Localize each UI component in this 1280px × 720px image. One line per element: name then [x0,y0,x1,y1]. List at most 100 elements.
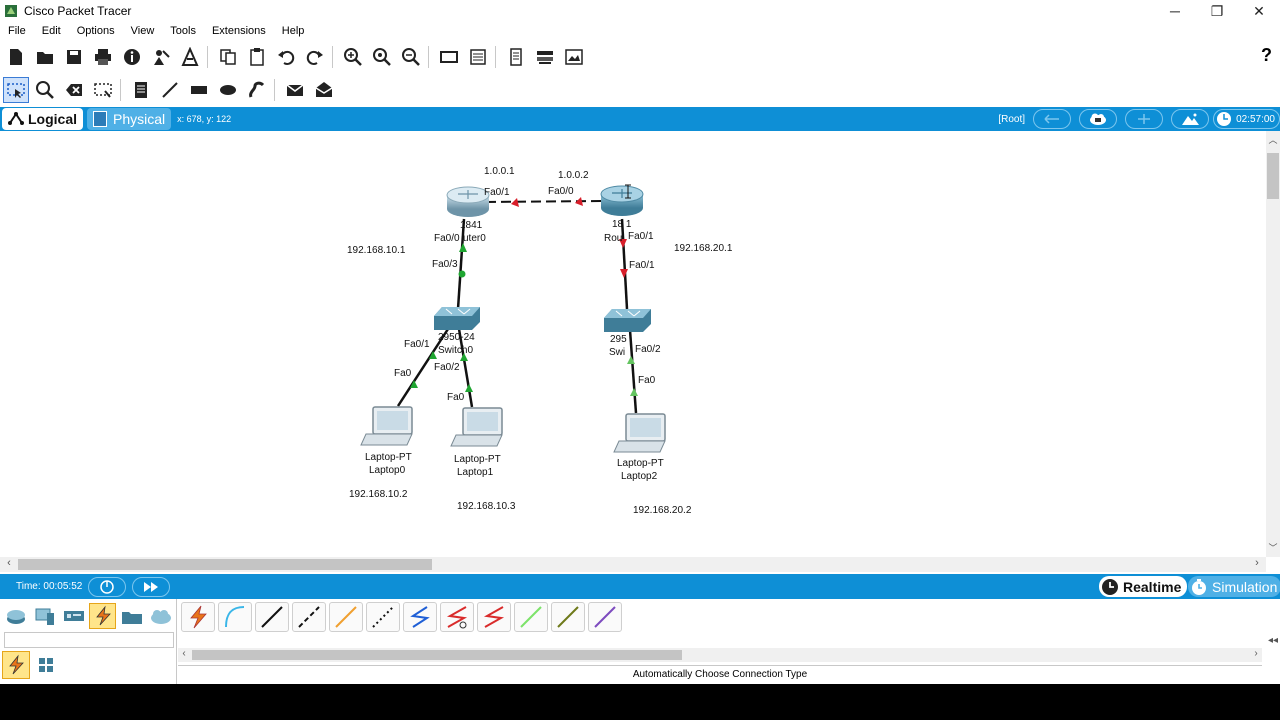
fast-forward-button[interactable] [132,576,171,597]
switch1[interactable] [604,309,651,332]
console-cable-button[interactable] [218,602,252,632]
menu-options[interactable]: Options [69,25,123,37]
paste-button[interactable] [244,44,270,70]
restore-button[interactable]: ❐ [1196,0,1238,22]
scroll-right-icon[interactable]: › [1250,557,1264,569]
network-info-button-2[interactable] [177,44,203,70]
activity-wizard-button[interactable] [119,44,145,70]
network-topology: 1.0.0.1 1.0.0.2 Fa0/1 Fa0/0 1841 18 1 Fa… [347,166,733,516]
realtime-clock-icon [1102,578,1118,595]
zoom-reset-button[interactable] [369,44,395,70]
add-complex-pdu-tool[interactable] [311,77,337,103]
drawing-palette-button[interactable] [436,44,462,70]
automatic-connection-button[interactable] [181,602,215,632]
move-object-button[interactable] [1125,109,1164,129]
menu-help[interactable]: Help [274,25,313,37]
close-button[interactable]: ✕ [1238,0,1280,22]
logical-workspace[interactable]: 1.0.0.1 1.0.0.2 Fa0/1 Fa0/0 1841 18 1 Fa… [0,131,1266,557]
category-network-devices[interactable] [2,603,29,629]
copy-button[interactable] [215,44,241,70]
tab-physical[interactable]: Physical [87,108,172,130]
viewport-button[interactable] [503,44,529,70]
help-button[interactable]: ? [1261,45,1272,66]
subcategory-connections[interactable] [2,651,30,679]
link-switch1-laptop2[interactable] [627,329,638,414]
root-breadcrumb[interactable]: [Root] [998,114,1025,125]
fiber-button[interactable] [329,602,363,632]
router0[interactable] [446,186,490,217]
draw-rectangle-tool[interactable] [186,77,212,103]
power-cycle-button[interactable] [88,576,127,597]
connection-list-scrollbar[interactable]: ‹ › [178,648,1262,662]
minimize-button[interactable]: ─ [1154,0,1196,22]
redo-button[interactable] [302,44,328,70]
scroll-left-icon[interactable]: ‹ [178,648,190,659]
zoom-reset-icon [373,48,391,66]
router1[interactable] [600,185,644,216]
laptop1[interactable] [450,407,503,447]
phone-cable-button[interactable] [366,602,400,632]
link-router0-router1[interactable] [485,197,603,207]
new-cluster-button[interactable] [1079,109,1118,129]
add-simple-pdu-tool[interactable] [282,77,308,103]
connection-types [178,601,622,633]
scroll-left-icon[interactable]: ‹ [2,557,16,569]
cert-button[interactable] [561,44,587,70]
laptop2[interactable] [613,413,666,453]
scroll-down-icon[interactable]: ﹀ [1266,541,1280,555]
copper-straight-through-button[interactable] [255,602,289,632]
tab-logical[interactable]: Logical [2,108,84,130]
open-button[interactable] [32,44,58,70]
workspace-vertical-scrollbar[interactable]: ︿ ﹀ [1266,131,1280,557]
subcategory-structured-cabling[interactable] [32,651,60,679]
undo-button[interactable] [273,44,299,70]
draw-ellipse-tool[interactable] [215,77,241,103]
cluster-button[interactable] [532,44,558,70]
menu-tools[interactable]: Tools [162,25,204,37]
viewport-clock[interactable]: 02:57:00 [1213,109,1280,129]
menu-extensions[interactable]: Extensions [204,25,274,37]
draw-line-tool[interactable] [157,77,183,103]
menu-edit[interactable]: Edit [34,25,69,37]
save-button[interactable] [61,44,87,70]
select-tool[interactable] [3,77,29,103]
iot-custom-cable-button[interactable] [551,602,585,632]
workspace-horizontal-scrollbar[interactable]: ‹ › [0,557,1266,572]
set-background-button[interactable] [1171,109,1210,129]
copper-cross-over-button[interactable] [292,602,326,632]
coaxial-button[interactable] [403,602,437,632]
delete-tool[interactable] [61,77,87,103]
new-button[interactable] [3,44,29,70]
scroll-up-icon[interactable]: ︿ [1266,133,1280,147]
inspect-tool[interactable] [32,77,58,103]
zoom-in-button[interactable] [340,44,366,70]
laptop0[interactable] [360,406,413,446]
collapse-panel-icon[interactable]: ◂◂ [1268,635,1278,646]
horizontal-scroll-thumb[interactable] [18,559,432,570]
network-info-button[interactable] [148,44,174,70]
category-misc[interactable] [118,603,145,629]
zoom-out-button[interactable] [398,44,424,70]
back-button[interactable] [1033,109,1072,129]
switch0[interactable] [434,307,480,330]
realtime-mode-tab[interactable]: Realtime [1099,576,1188,597]
serial-dce-button[interactable] [440,602,474,632]
resize-tool[interactable] [90,77,116,103]
category-connections[interactable] [89,603,116,629]
octal-button[interactable] [514,602,548,632]
scroll-right-icon[interactable]: › [1250,648,1262,659]
menu-view[interactable]: View [123,25,163,37]
place-note-tool[interactable] [128,77,154,103]
serial-dte-button[interactable] [477,602,511,632]
category-components[interactable] [60,603,87,629]
usb-cable-button[interactable] [588,602,622,632]
custom-devices-button[interactable] [465,44,491,70]
connection-scroll-thumb[interactable] [192,650,682,660]
vertical-scroll-thumb[interactable] [1267,153,1279,199]
freeform-tool[interactable] [244,77,270,103]
category-end-devices[interactable] [31,603,58,629]
print-button[interactable] [90,44,116,70]
menu-file[interactable]: File [0,25,34,37]
category-multiuser[interactable] [147,603,174,629]
simulation-mode-tab[interactable]: Simulation [1188,576,1280,597]
